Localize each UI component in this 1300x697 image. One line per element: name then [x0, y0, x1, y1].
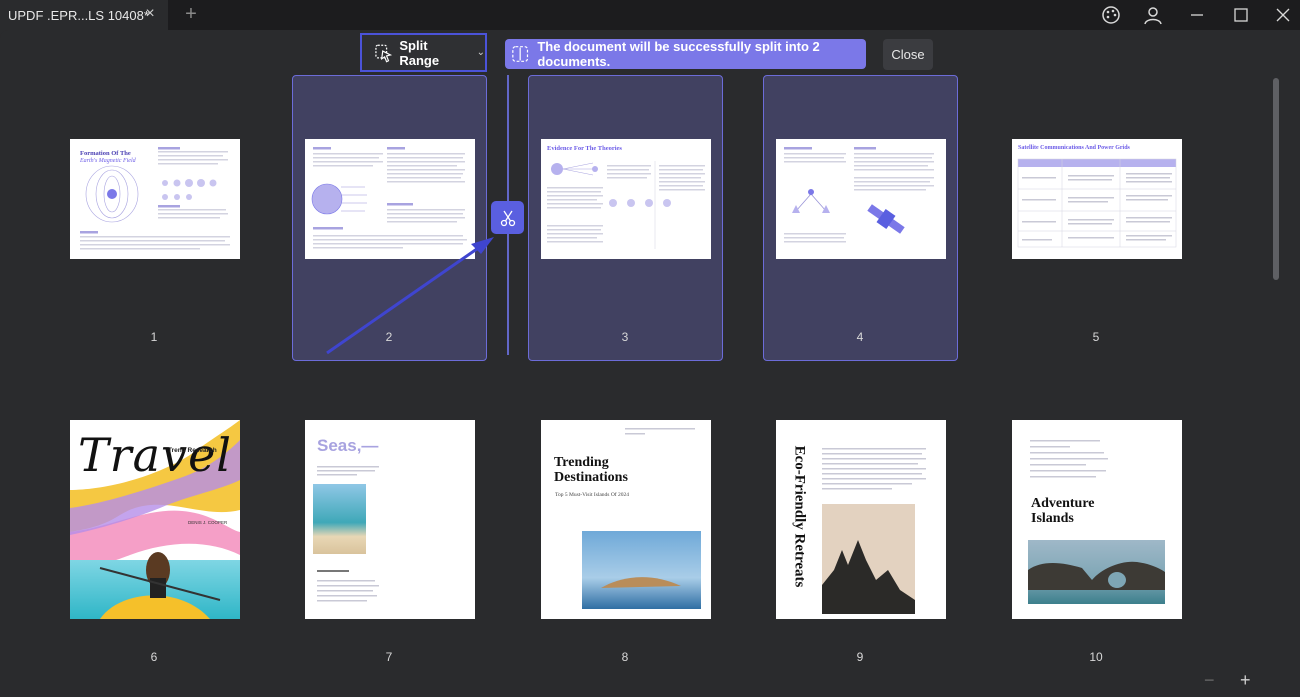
page-8-content: [582, 428, 701, 609]
page-3-content: [547, 161, 705, 249]
vertical-scrollbar[interactable]: [1273, 78, 1279, 280]
minimize-icon[interactable]: [1185, 3, 1209, 27]
close-window-icon[interactable]: [1271, 3, 1295, 27]
zoom-in-icon[interactable]: +: [1240, 670, 1251, 690]
page-number-4: 4: [856, 330, 864, 344]
close-tab-icon[interactable]: ×: [140, 4, 160, 24]
page-10-title: Adventure Islands: [1031, 496, 1095, 526]
page-number-5: 5: [1092, 330, 1100, 344]
page-thumbnail-6[interactable]: Travel Trend Research DENIS J. COOPER: [70, 420, 240, 619]
split-range-button[interactable]: Split Range ⌄: [360, 33, 487, 72]
new-tab-icon[interactable]: +: [180, 3, 202, 25]
tab-title: UPDF .EPR...LS 10408*: [8, 7, 149, 23]
page-thumbnail-7[interactable]: Seas,—: [305, 420, 475, 619]
page-number-10: 10: [1089, 650, 1103, 664]
page-thumbnail-9[interactable]: Eco-Friendly Retreats: [776, 420, 946, 619]
page-9-content: [822, 448, 926, 614]
page-number-7: 7: [385, 650, 393, 664]
page-7-content: [313, 466, 379, 602]
palette-icon[interactable]: [1099, 3, 1123, 27]
split-icon: [512, 46, 529, 62]
split-info-banner: The document will be successfully split …: [505, 39, 866, 69]
page-4-content: [784, 147, 934, 243]
page-thumbnail-5[interactable]: Satellite Communications And Power Grids: [1012, 139, 1182, 259]
page-number-2: 2: [385, 330, 393, 344]
title-bar: UPDF .EPR...LS 10408* × +: [0, 0, 1300, 30]
chevron-down-icon: ⌄: [476, 47, 485, 58]
page-6-title: Travel: [78, 428, 233, 482]
document-tab[interactable]: UPDF .EPR...LS 10408* ×: [0, 0, 168, 30]
page-number-9: 9: [856, 650, 864, 664]
maximize-icon[interactable]: [1229, 3, 1253, 27]
page-thumbnail-8[interactable]: Trending Destinations Top 5 Must-Visit I…: [541, 420, 711, 619]
zoom-out-icon[interactable]: −: [1204, 670, 1215, 690]
banner-text: The document will be successfully split …: [537, 39, 820, 69]
page-number-8: 8: [621, 650, 629, 664]
user-icon[interactable]: [1141, 3, 1165, 27]
page-thumbnail-2[interactable]: [305, 139, 475, 259]
split-range-label: Split Range: [399, 37, 440, 68]
page-6-subtitle: Trend Research: [168, 447, 217, 454]
page-thumbnail-10[interactable]: Adventure Islands: [1012, 420, 1182, 619]
page-thumbnail-1[interactable]: Formation Of The Earth's Magnetic Field: [70, 139, 240, 259]
page-number-3: 3: [621, 330, 629, 344]
page-2-content: [311, 147, 467, 249]
page-thumbnail-4[interactable]: [776, 139, 946, 259]
page-8-subtitle: Top 5 Must-Visit Islands Of 2024: [555, 492, 629, 498]
page-6-author: DENIS J. COOPER: [188, 520, 228, 525]
page-thumbnail-3[interactable]: Evidence For The Theories: [541, 139, 711, 259]
close-button[interactable]: Close: [883, 39, 933, 70]
magnetic-field-illustration: [80, 147, 230, 250]
page-number-1: 1: [150, 330, 158, 344]
page-5-table: [1017, 158, 1177, 248]
page-number-6: 6: [150, 650, 158, 664]
split-cursor-icon: [375, 44, 393, 63]
scissors-icon[interactable]: [491, 201, 524, 234]
page-8-title: Trending Destinations: [554, 455, 628, 485]
